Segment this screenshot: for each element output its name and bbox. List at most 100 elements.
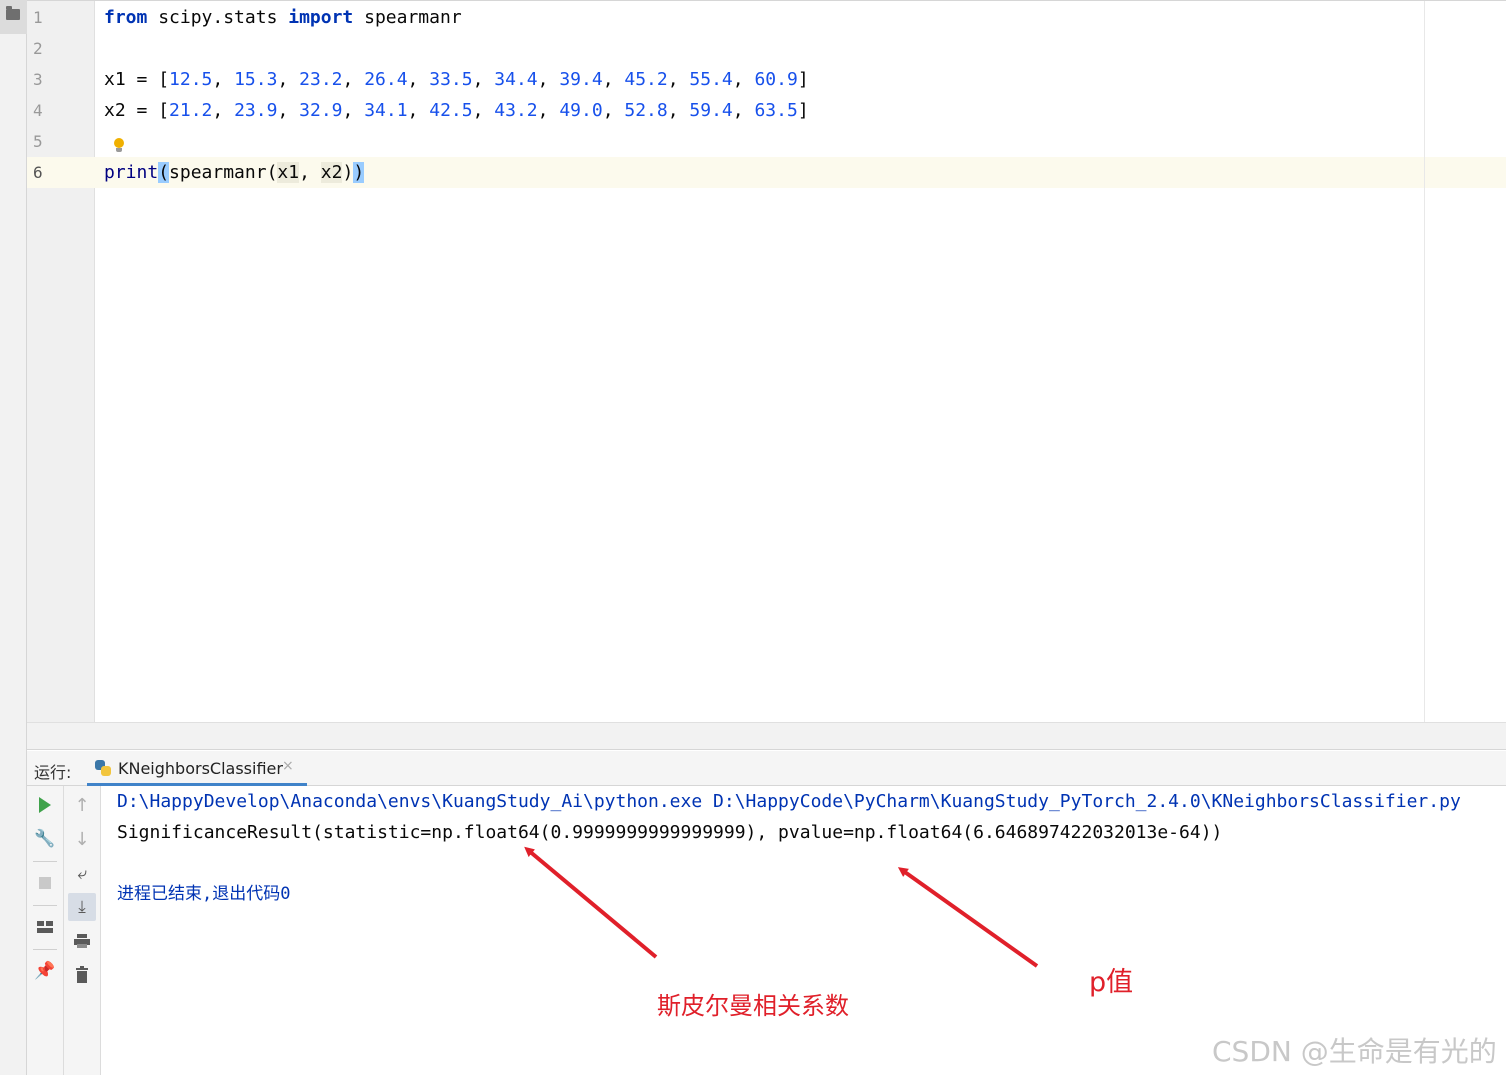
project-tool-strip: [0, 0, 27, 1075]
assign-open: = [: [125, 69, 170, 90]
print-icon: [74, 934, 90, 948]
arg-x1: x1: [277, 162, 300, 183]
scroll-to-end-button[interactable]: ⤓: [68, 893, 96, 921]
list-comma: ,: [212, 69, 235, 90]
list-comma: ,: [602, 69, 625, 90]
previous-occurrence-button[interactable]: ↑: [68, 791, 96, 819]
close-tab-icon[interactable]: ×: [282, 758, 294, 774]
list-comma: ,: [277, 100, 300, 121]
call-spearmanr: spearmanr(: [169, 162, 278, 183]
code-editor[interactable]: 1 2 3 4 5 6 from scipy.stats import spea…: [27, 0, 1506, 723]
list-comma: ,: [342, 100, 365, 121]
list-close: ]: [797, 69, 809, 90]
arrow-down-icon: ↓: [74, 828, 90, 850]
line-number-gutter: 1 2 3 4 5 6: [27, 1, 95, 723]
arrow-up-icon: ↑: [74, 794, 90, 816]
panel-splitter[interactable]: [27, 722, 1506, 750]
imported-name: spearmanr: [353, 7, 462, 28]
lightbulb-base: [116, 148, 122, 152]
list-number: 42.5: [429, 100, 473, 121]
assign-open: = [: [125, 100, 170, 121]
list-comma: ,: [407, 69, 430, 90]
list-comma: ,: [472, 100, 495, 121]
list-number: 43.2: [494, 100, 538, 121]
list-comma: ,: [277, 69, 300, 90]
stop-icon: [39, 877, 51, 889]
console-result-line: SignificanceResult(statistic=np.float64(…: [117, 822, 1223, 843]
list-number: 59.4: [689, 100, 733, 121]
list-comma: ,: [667, 69, 690, 90]
project-tool-button[interactable]: [0, 0, 27, 34]
trash-icon: [76, 965, 88, 983]
pin-tab-button[interactable]: 📌: [31, 957, 59, 985]
console-command-line: D:\HappyDevelop\Anaconda\envs\KuangStudy…: [117, 791, 1461, 812]
variable-x1: x1: [104, 69, 126, 90]
play-icon: [39, 797, 51, 813]
builtin-print: print: [104, 162, 159, 183]
list-number: 34.1: [364, 100, 408, 121]
list-number: 23.2: [299, 69, 343, 90]
print-button[interactable]: [68, 927, 96, 955]
list-comma: ,: [537, 69, 560, 90]
list-comma: ,: [732, 69, 755, 90]
matched-paren-open: (: [158, 162, 170, 183]
list-values-x1: 12.5, 15.3, 23.2, 26.4, 33.5, 34.4, 39.4…: [169, 69, 798, 90]
stop-button[interactable]: [31, 869, 59, 897]
list-comma: ,: [472, 69, 495, 90]
line-number: 4: [33, 101, 43, 120]
keyword-import: import: [288, 7, 354, 28]
list-values-x2: 21.2, 23.9, 32.9, 34.1, 42.5, 43.2, 49.0…: [169, 100, 798, 121]
right-margin-guide: [1424, 1, 1425, 723]
line-number: 2: [33, 39, 43, 58]
matched-paren-close: ): [353, 162, 365, 183]
list-number: 63.5: [754, 100, 798, 121]
soft-wrap-button[interactable]: ⤶: [68, 860, 96, 888]
scroll-to-end-icon: ⤓: [78, 897, 86, 917]
edit-configuration-button[interactable]: 🔧: [31, 825, 59, 853]
run-toolbar-primary: 🔧 📌: [27, 786, 64, 1075]
spearman-annotation: 斯皮尔曼相关系数: [657, 992, 849, 1020]
run-label: 运行:: [34, 763, 72, 782]
code-line-3[interactable]: x1 = [12.5, 15.3, 23.2, 26.4, 33.5, 34.4…: [104, 64, 809, 95]
list-number: 23.9: [234, 100, 278, 121]
list-number: 26.4: [364, 69, 408, 90]
line-number: 5: [33, 132, 43, 151]
list-number: 45.2: [624, 69, 668, 90]
code-line-1[interactable]: from scipy.stats import spearmanr: [104, 2, 462, 33]
next-occurrence-button[interactable]: ↓: [68, 825, 96, 853]
variable-x2: x2: [104, 100, 126, 121]
run-tool-window-header: 运行: KNeighborsClassifier ×: [27, 751, 1506, 786]
keyword-from: from: [104, 7, 148, 28]
folder-icon: [6, 6, 20, 20]
arg-separator: ,: [299, 162, 321, 183]
run-toolbar-secondary: ↑ ↓ ⤶ ⤓: [64, 786, 101, 1075]
run-tab-kneighborsclassifier[interactable]: KNeighborsClassifier ×: [87, 751, 307, 786]
list-comma: ,: [537, 100, 560, 121]
list-number: 49.0: [559, 100, 603, 121]
layout-icon: [37, 921, 53, 933]
list-number: 33.5: [429, 69, 473, 90]
list-number: 52.8: [624, 100, 668, 121]
console-exit-line: 进程已结束,退出代码0: [117, 884, 291, 904]
inner-paren-close: ): [342, 162, 354, 183]
code-line-6[interactable]: print(spearmanr(x1, x2)): [104, 157, 365, 188]
list-comma: ,: [407, 100, 430, 121]
pvalue-annotation: p值: [1089, 967, 1134, 998]
toolbar-separator: [33, 861, 57, 862]
toolbar-separator: [33, 949, 57, 950]
python-logo-yellow: [101, 766, 111, 776]
list-number: 39.4: [559, 69, 603, 90]
line-number: 1: [33, 8, 43, 27]
soft-wrap-icon: ⤶: [77, 864, 87, 884]
intention-lightbulb-icon[interactable]: [113, 138, 125, 154]
line-number: 3: [33, 70, 43, 89]
clear-all-button[interactable]: [68, 961, 96, 989]
toolbar-separator: [33, 905, 57, 906]
list-comma: ,: [342, 69, 365, 90]
rerun-button[interactable]: [31, 791, 59, 819]
list-number: 60.9: [754, 69, 798, 90]
list-number: 55.4: [689, 69, 733, 90]
code-line-4[interactable]: x2 = [21.2, 23.9, 32.9, 34.1, 42.5, 43.2…: [104, 95, 809, 126]
wrench-icon: 🔧: [34, 829, 56, 849]
restore-layout-button[interactable]: [31, 913, 59, 941]
